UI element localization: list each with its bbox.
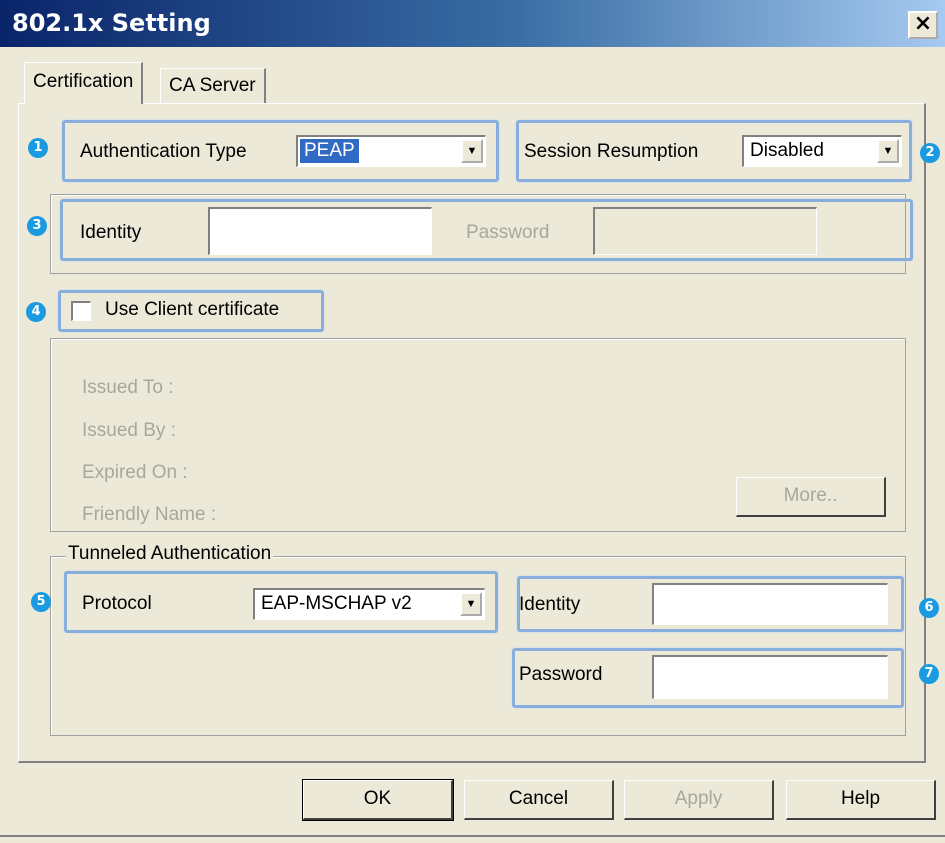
callout-badge-7: 7	[919, 664, 939, 684]
close-icon: ×	[913, 11, 933, 36]
tunneled-identity-label: Identity	[519, 594, 581, 615]
protocol-label: Protocol	[82, 593, 152, 614]
more-button-label: More..	[783, 485, 838, 506]
callout-badge-2: 2	[920, 143, 940, 163]
use-client-cert-label: Use Client certificate	[105, 299, 280, 320]
title-bar: 802.1x Setting ×	[0, 0, 945, 47]
callout-badge-1: 1	[28, 138, 48, 158]
apply-button-label: Apply	[674, 788, 723, 809]
protocol-select[interactable]: EAP-MSCHAP v2 ▼	[253, 588, 485, 620]
tunneled-auth-legend: Tunneled Authentication	[66, 543, 274, 565]
tunneled-password-input[interactable]	[652, 655, 888, 699]
callout-badge-4: 4	[26, 302, 46, 322]
callout-badge-5: 5	[31, 592, 51, 612]
window-title: 802.1x Setting	[12, 9, 211, 37]
session-resumption-select[interactable]: Disabled ▼	[742, 135, 902, 167]
callout-badge-6: 6	[919, 598, 939, 618]
expired-on-label: Expired On :	[82, 462, 188, 483]
ok-button-label: OK	[363, 788, 392, 809]
session-resumption-value: Disabled	[750, 140, 824, 161]
tunneled-password-label: Password	[519, 664, 603, 685]
chevron-down-icon[interactable]: ▼	[461, 139, 483, 163]
apply-button[interactable]: Apply	[624, 780, 774, 820]
session-resumption-label: Session Resumption	[524, 141, 699, 162]
chevron-down-icon[interactable]: ▼	[877, 139, 899, 163]
tab-ca-server[interactable]: CA Server	[160, 68, 266, 104]
help-button[interactable]: Help	[786, 780, 936, 820]
ok-button[interactable]: OK	[302, 779, 454, 821]
friendly-name-label: Friendly Name :	[82, 504, 217, 525]
help-button-label: Help	[840, 788, 881, 809]
protocol-value: EAP-MSCHAP v2	[261, 593, 412, 614]
tab-certification[interactable]: Certification	[24, 62, 144, 104]
tab-label: CA Server	[169, 75, 256, 96]
callout-badge-3: 3	[27, 216, 47, 236]
tab-label: Certification	[33, 71, 134, 92]
auth-type-value: PEAP	[300, 139, 359, 163]
more-button[interactable]: More..	[736, 477, 886, 517]
auth-type-select[interactable]: PEAP ▼	[296, 135, 486, 167]
password-input[interactable]	[593, 207, 817, 255]
identity-label: Identity	[80, 222, 142, 243]
window-bottom-border	[0, 835, 945, 837]
cancel-button-label: Cancel	[508, 788, 569, 809]
chevron-down-icon[interactable]: ▼	[460, 592, 482, 616]
close-button[interactable]: ×	[908, 11, 938, 39]
tunneled-identity-input[interactable]	[652, 583, 888, 625]
password-label: Password	[466, 222, 550, 243]
use-client-cert-checkbox[interactable]	[71, 301, 91, 321]
issued-to-label: Issued To :	[82, 377, 174, 398]
auth-type-label: Authentication Type	[80, 141, 247, 162]
identity-input[interactable]	[208, 207, 432, 255]
issued-by-label: Issued By :	[82, 420, 176, 441]
cancel-button[interactable]: Cancel	[464, 780, 614, 820]
